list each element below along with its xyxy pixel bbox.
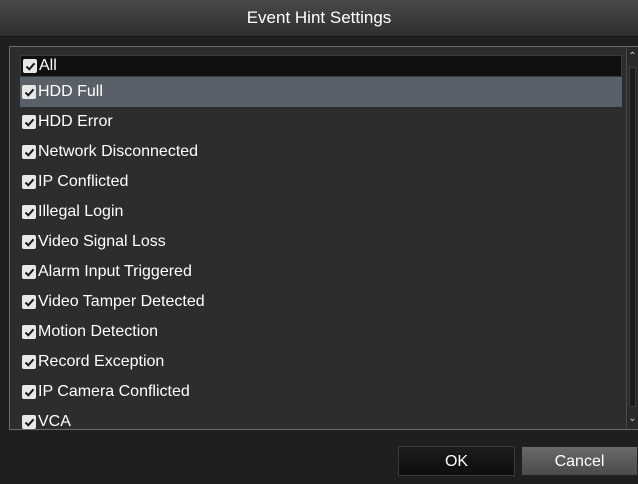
list-item[interactable]: Illegal Login [20,197,622,227]
list-item[interactable]: IP Camera Conflicted [20,377,622,407]
list-item[interactable]: Video Signal Loss [20,227,622,257]
list-item-label: IP Conflicted [38,173,129,190]
checkbox-checked-icon[interactable] [22,115,36,129]
event-list-frame: All HDD Full HDD Error Network Disconnecte… [9,46,638,430]
list-item[interactable]: HDD Error [20,107,622,137]
checkbox-checked-icon[interactable] [22,415,36,429]
event-list: All HDD Full HDD Error Network Disconnecte… [20,55,622,429]
checkbox-checked-icon[interactable] [22,355,36,369]
list-item[interactable]: Motion Detection [20,317,622,347]
checkbox-checked-icon[interactable] [22,325,36,339]
list-item[interactable]: VCA [20,407,622,429]
checkbox-checked-icon[interactable] [22,295,36,309]
event-hint-settings-dialog: Event Hint Settings All HDD Full HDD Erro… [0,0,638,484]
ok-button[interactable]: OK [398,446,515,476]
list-item-label: IP Camera Conflicted [38,383,190,400]
list-item-label: HDD Full [38,83,103,100]
list-item[interactable]: HDD Full [20,77,622,107]
checkbox-checked-icon[interactable] [22,85,36,99]
list-item-label: Video Signal Loss [38,233,166,250]
list-item[interactable]: Video Tamper Detected [20,287,622,317]
dialog-title: Event Hint Settings [0,0,638,37]
checkbox-checked-icon[interactable] [22,205,36,219]
list-item-label: HDD Error [38,113,113,130]
list-item[interactable]: Network Disconnected [20,137,622,167]
list-item-label: Network Disconnected [38,143,199,160]
cancel-button[interactable]: Cancel [521,446,638,476]
event-items: HDD Full HDD Error Network Disconnected IP … [20,77,622,429]
list-item-label: Record Exception [38,353,165,370]
list-item[interactable]: Alarm Input Triggered [20,257,622,287]
list-item-label: Motion Detection [38,323,159,340]
list-item[interactable]: IP Conflicted [20,167,622,197]
list-item-label: Illegal Login [38,203,124,220]
chevron-up-icon[interactable]: ⌃ [627,49,638,65]
list-scrollbar[interactable]: ⌃ ⌄ [626,47,638,429]
list-item-label: VCA [38,413,71,429]
checkbox-checked-icon[interactable] [22,265,36,279]
scroll-thumb[interactable] [629,67,636,407]
list-item-label: Video Tamper Detected [38,293,205,310]
list-item-label: All [39,57,57,74]
checkbox-checked-icon[interactable] [22,145,36,159]
checkbox-checked-icon[interactable] [22,235,36,249]
list-item-label: Alarm Input Triggered [38,263,192,280]
checkbox-checked-icon[interactable] [23,59,37,73]
list-item-all[interactable]: All [20,55,622,77]
checkbox-checked-icon[interactable] [22,385,36,399]
chevron-down-icon[interactable]: ⌄ [627,411,638,427]
list-item[interactable]: Record Exception [20,347,622,377]
checkbox-checked-icon[interactable] [22,175,36,189]
